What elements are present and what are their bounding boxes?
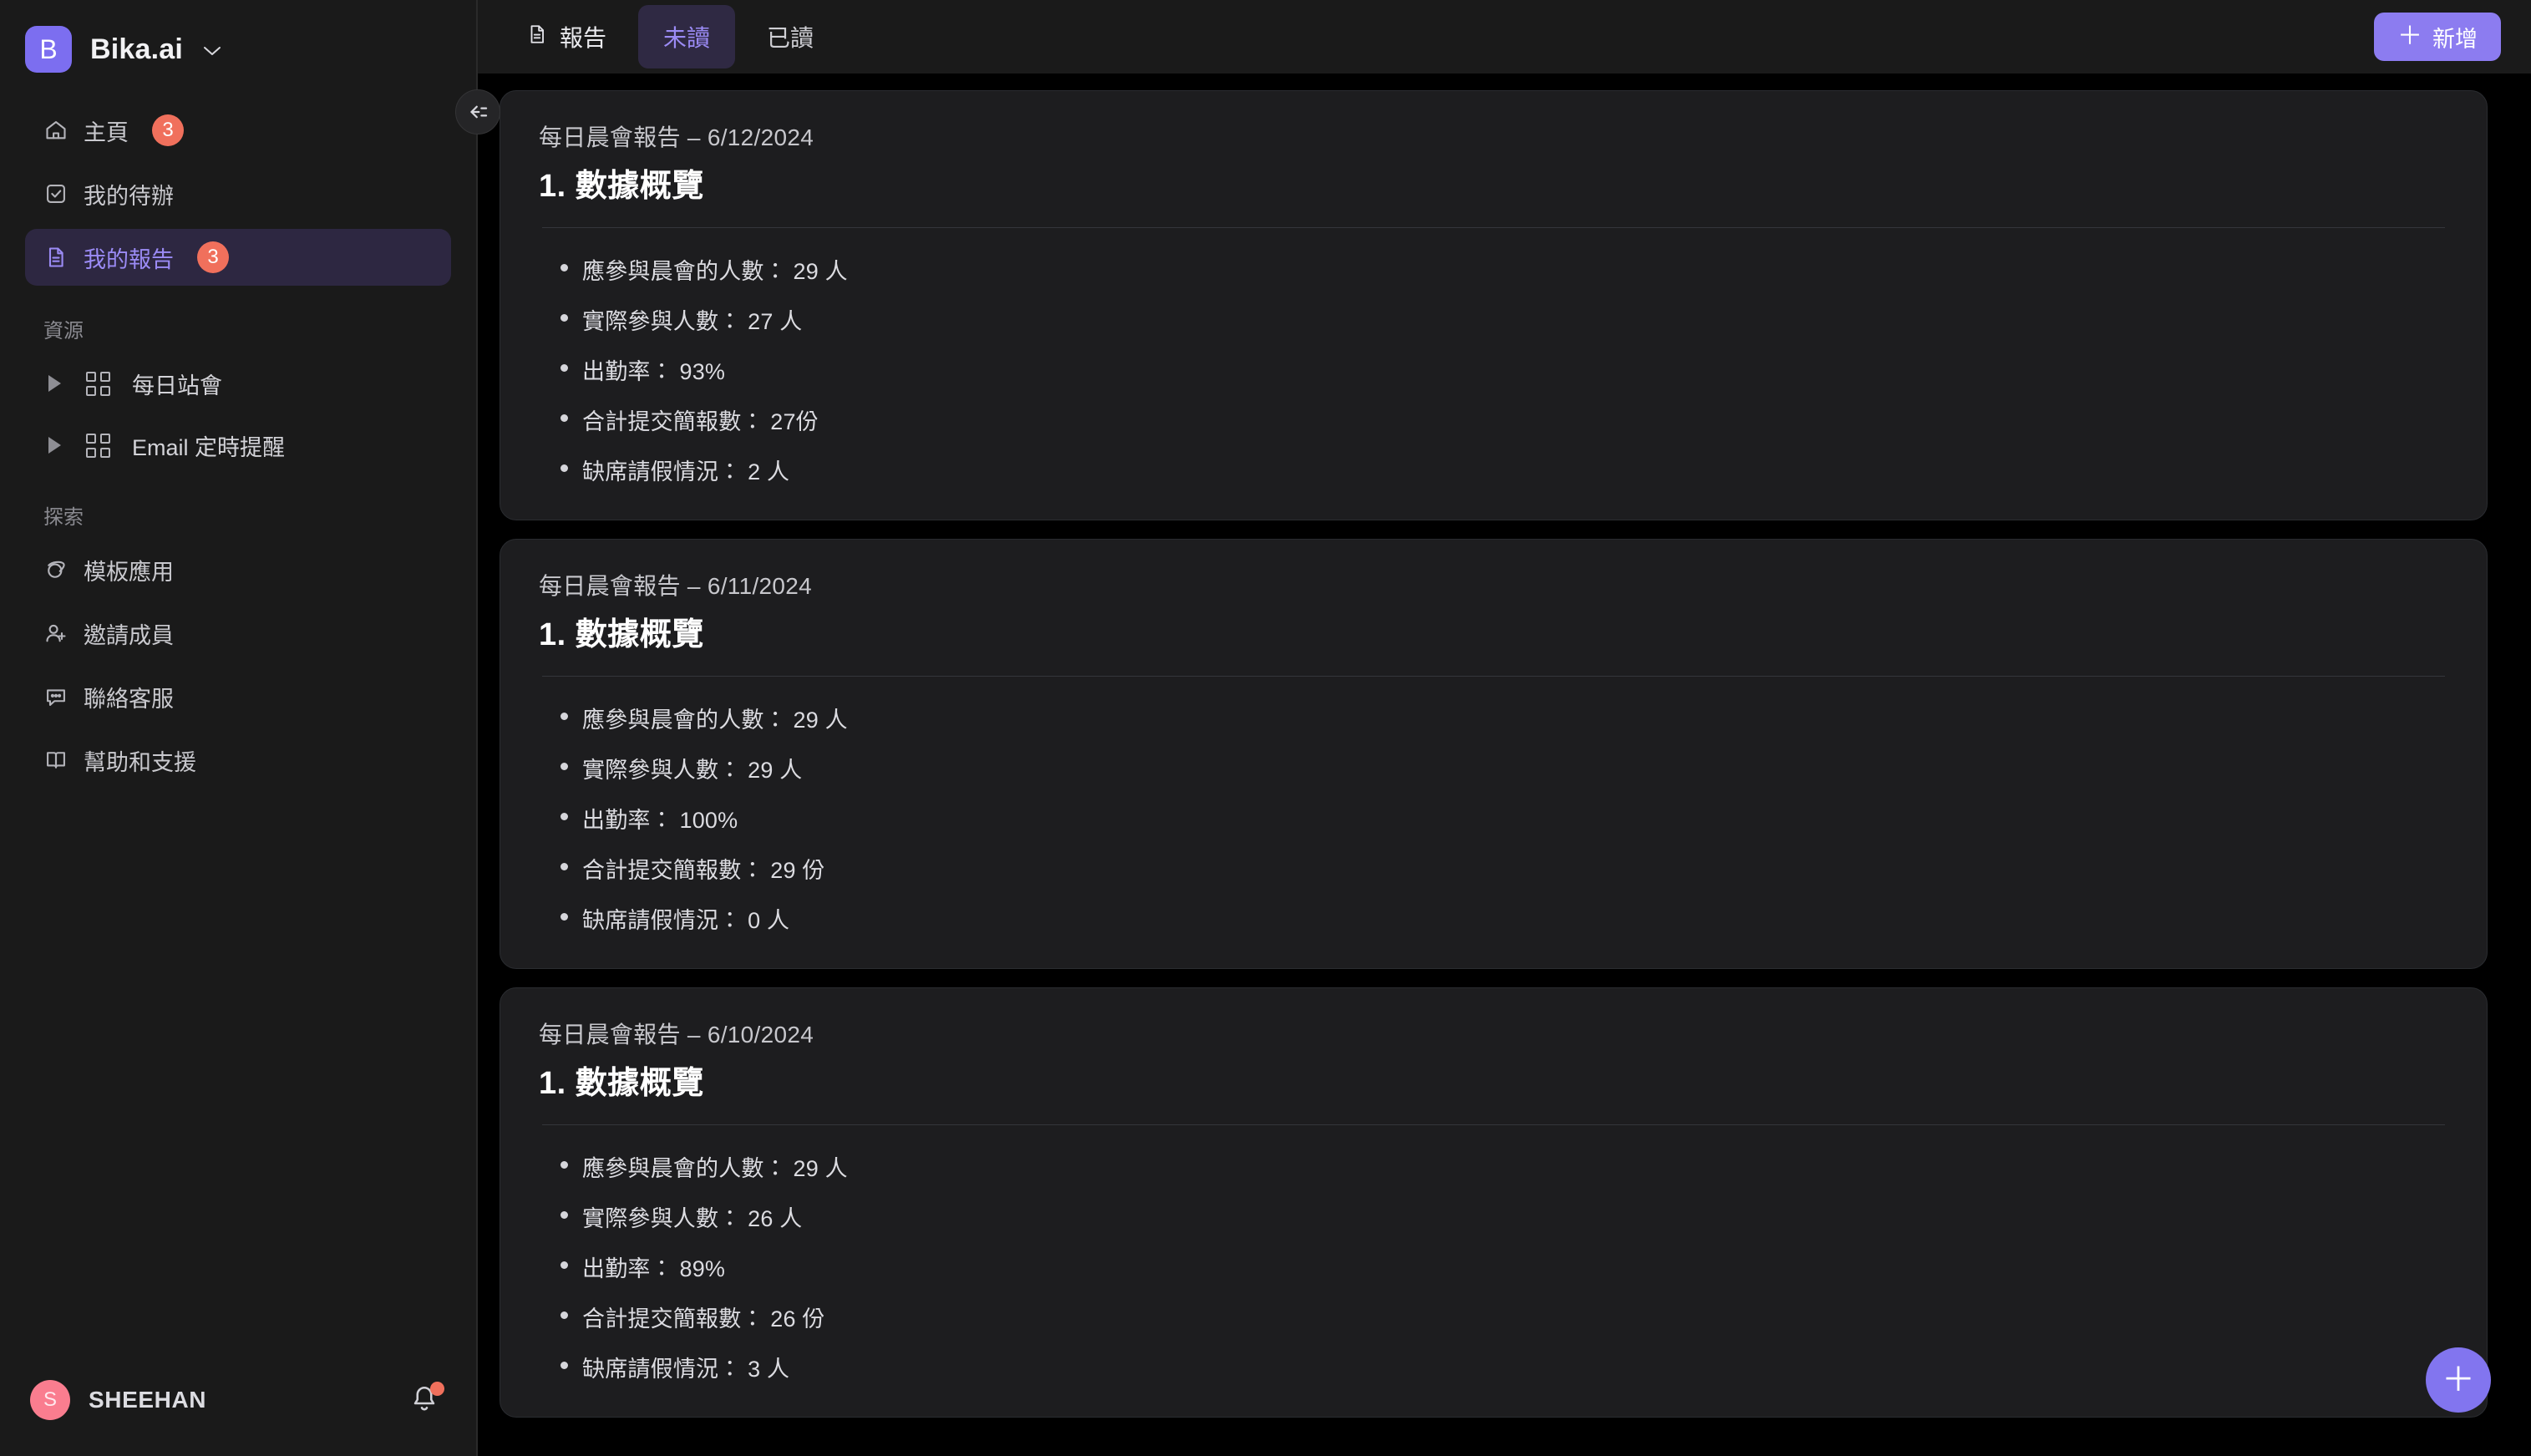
floating-add-button[interactable]: ＋ [2426, 1347, 2491, 1413]
section-label-explore: 探索 [43, 506, 84, 529]
sidebar-item-my-todos[interactable]: 我的待辦 [25, 165, 451, 222]
report-list[interactable]: 每日晨會報告 – 6/12/2024 1. 數據概覽 應參與晨會的人數： 29 … [478, 74, 2531, 1456]
grid-icon [86, 433, 110, 458]
section-label-resources: 資源 [43, 320, 84, 342]
divider [542, 227, 2445, 228]
primary-nav: 主頁 3 我的待辦 我的報告 3 [0, 77, 476, 292]
report-title: 1. 數據概覽 [539, 617, 704, 652]
add-button[interactable]: ＋ 新增 [2374, 13, 2501, 61]
report-bullets: 應參與晨會的人數： 29 人 實際參與人數： 27 人 出勤率： 93% 合計提… [539, 253, 2448, 486]
sidebar-item-label: 聯絡客服 [84, 686, 174, 712]
document-icon [43, 245, 68, 270]
chat-icon [43, 684, 68, 709]
list-item: 實際參與人數： 26 人 [560, 1200, 2448, 1233]
report-bullets: 應參與晨會的人數： 29 人 實際參與人數： 26 人 出勤率： 89% 合計提… [539, 1150, 2448, 1383]
sidebar-item-help-support[interactable]: 幫助和支援 [25, 732, 451, 789]
brand-name: Bika.ai [90, 33, 184, 65]
report-title: 1. 數據概覽 [539, 1066, 704, 1101]
list-item: 出勤率： 93% [560, 353, 2448, 386]
report-title: 1. 數據概覽 [539, 169, 704, 204]
user-account-row[interactable]: S SHEEHAN [0, 1364, 476, 1456]
tree-item-daily-standup[interactable]: 每日站會 [25, 355, 451, 412]
chevron-down-icon [203, 40, 221, 62]
caret-right-icon[interactable] [48, 437, 61, 454]
book-icon [43, 748, 68, 773]
sidebar-item-label: 主頁 [84, 119, 129, 145]
list-item: 應參與晨會的人數： 29 人 [560, 253, 2448, 286]
sidebar-item-label: 我的待辦 [84, 183, 174, 209]
list-item: 缺席請假情況： 0 人 [560, 902, 2448, 935]
divider [542, 1124, 2445, 1125]
notifications-button[interactable] [409, 1382, 444, 1417]
app-root: B Bika.ai 主頁 3 我的待辦 我的報告 3 資源 每日站會 Email… [0, 0, 2531, 1456]
planet-icon [43, 557, 68, 582]
explore-nav: 模板應用 邀請成員 聯絡客服 幫助和支援 [0, 541, 476, 795]
report-card[interactable]: 每日晨會報告 – 6/10/2024 1. 數據概覽 應參與晨會的人數： 29 … [500, 987, 2488, 1418]
tree-item-label: 每日站會 [132, 373, 222, 398]
sidebar-item-label: 模板應用 [84, 559, 174, 585]
notification-dot [430, 1382, 444, 1396]
list-item: 合計提交簡報數： 26 份 [560, 1301, 2448, 1333]
avatar: S [30, 1380, 70, 1420]
home-icon [43, 118, 68, 143]
tab-unread[interactable]: 未讀 [638, 5, 736, 68]
resources-tree: 每日站會 Email 定時提醒 [0, 355, 476, 479]
caret-right-icon[interactable] [48, 375, 61, 392]
list-item: 合計提交簡報數： 29 份 [560, 852, 2448, 885]
report-date: 每日晨會報告 – 6/11/2024 [539, 573, 813, 599]
tree-item-label: Email 定時提醒 [132, 434, 286, 460]
list-item: 應參與晨會的人數： 29 人 [560, 1150, 2448, 1183]
sidebar-item-label: 邀請成員 [84, 622, 174, 648]
brand-logo: B [25, 26, 72, 73]
list-item: 缺席請假情況： 2 人 [560, 454, 2448, 486]
plus-icon: ＋ [2397, 23, 2422, 50]
report-date: 每日晨會報告 – 6/10/2024 [539, 1022, 814, 1048]
list-item: 缺席請假情況： 3 人 [560, 1351, 2448, 1383]
breadcrumb: 報告 [501, 5, 631, 68]
sidebar-item-label: 我的報告 [84, 246, 174, 272]
checkbox-icon [43, 181, 68, 206]
list-item: 出勤率： 100% [560, 802, 2448, 835]
sidebar-item-my-reports[interactable]: 我的報告 3 [25, 229, 451, 286]
main-area: 報告 未讀 已讀 ＋ 新增 每日晨會報告 – 6/12/2024 1. 數據概覽… [478, 0, 2531, 1456]
document-icon [526, 23, 548, 51]
topbar: 報告 未讀 已讀 ＋ 新增 [478, 0, 2531, 74]
divider [542, 676, 2445, 677]
report-card[interactable]: 每日晨會報告 – 6/12/2024 1. 數據概覽 應參與晨會的人數： 29 … [500, 90, 2488, 520]
list-item: 合計提交簡報數： 27份 [560, 403, 2448, 436]
tab-read[interactable]: 已讀 [742, 5, 839, 68]
workspace-switcher[interactable]: B Bika.ai [0, 0, 476, 77]
user-plus-icon [43, 621, 68, 646]
sidebar-item-label: 幫助和支援 [84, 749, 196, 775]
report-date: 每日晨會報告 – 6/12/2024 [539, 124, 814, 150]
add-button-label: 新增 [2432, 26, 2478, 52]
list-item: 出勤率： 89% [560, 1251, 2448, 1283]
sidebar-item-template-apps[interactable]: 模板應用 [25, 541, 451, 598]
collapse-sidebar-button[interactable] [455, 89, 500, 134]
grid-icon [86, 371, 110, 396]
sidebar-item-home[interactable]: 主頁 3 [25, 102, 451, 159]
sidebar-item-invite-members[interactable]: 邀請成員 [25, 605, 451, 662]
report-bullets: 應參與晨會的人數： 29 人 實際參與人數： 29 人 出勤率： 100% 合計… [539, 702, 2448, 935]
list-item: 實際參與人數： 27 人 [560, 303, 2448, 336]
sidebar: B Bika.ai 主頁 3 我的待辦 我的報告 3 資源 每日站會 Email… [0, 0, 500, 1456]
report-card[interactable]: 每日晨會報告 – 6/11/2024 1. 數據概覽 應參與晨會的人數： 29 … [500, 539, 2488, 969]
list-item: 實際參與人數： 29 人 [560, 752, 2448, 784]
status-badge: 3 [152, 114, 184, 146]
status-badge: 3 [197, 241, 229, 273]
collapse-sidebar-icon [470, 105, 488, 119]
list-item: 應參與晨會的人數： 29 人 [560, 702, 2448, 734]
page-title: 報告 [560, 25, 607, 51]
sidebar-item-contact-support[interactable]: 聯絡客服 [25, 668, 451, 725]
tree-item-email-reminder[interactable]: Email 定時提醒 [25, 417, 451, 474]
user-name: SHEEHAN [89, 1387, 207, 1413]
